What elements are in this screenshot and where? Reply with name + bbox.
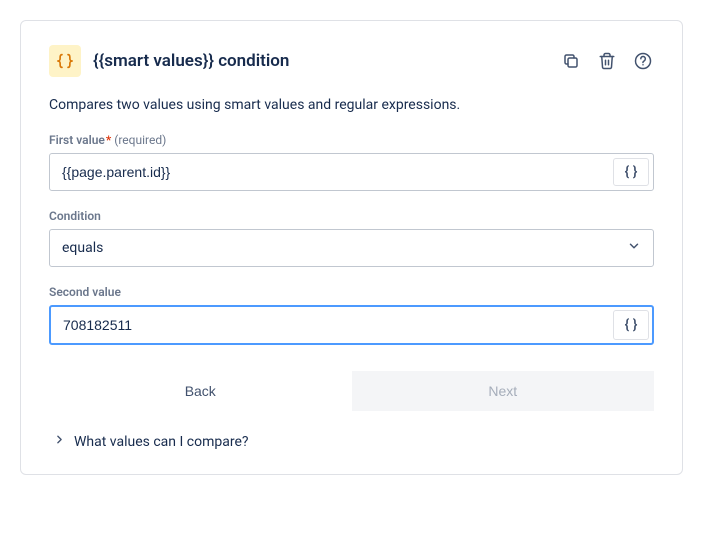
required-star: *: [106, 133, 111, 147]
braces-icon: { }: [625, 164, 638, 180]
condition-label: Condition: [49, 209, 654, 223]
first-value-input[interactable]: [50, 154, 609, 190]
first-value-label-text: First value: [49, 133, 105, 147]
required-text: (required): [114, 133, 166, 147]
condition-card: {{smart values}} condition: [20, 20, 683, 475]
help-button[interactable]: [632, 50, 654, 72]
insert-smart-value-button-2[interactable]: { }: [613, 310, 649, 340]
first-value-label: First value* (required): [49, 133, 654, 147]
back-button[interactable]: Back: [49, 371, 352, 411]
first-value-field: First value* (required) { }: [49, 133, 654, 191]
card-header: {{smart values}} condition: [49, 45, 654, 77]
chevron-down-icon: [627, 239, 641, 257]
help-expander-label: What values can I compare?: [74, 434, 249, 450]
trash-icon: [598, 52, 616, 70]
button-row: Back Next: [49, 371, 654, 411]
braces-icon: { }: [625, 317, 638, 333]
condition-field: Condition equals: [49, 209, 654, 267]
second-value-label: Second value: [49, 285, 654, 299]
card-title: {{smart values}} condition: [93, 51, 560, 71]
insert-smart-value-button[interactable]: { }: [613, 158, 649, 186]
second-value-input[interactable]: [51, 307, 610, 343]
second-value-field: Second value { }: [49, 285, 654, 345]
second-value-input-wrapper: { }: [49, 305, 654, 345]
condition-select[interactable]: equals: [49, 229, 654, 267]
card-description: Compares two values using smart values a…: [49, 97, 654, 113]
copy-icon: [562, 52, 580, 70]
smart-values-icon: [49, 45, 81, 77]
header-actions: [560, 50, 654, 72]
next-button[interactable]: Next: [352, 371, 655, 411]
condition-selected-value: equals: [50, 230, 653, 266]
delete-button[interactable]: [596, 50, 618, 72]
chevron-right-icon: [53, 433, 66, 450]
help-icon: [634, 52, 652, 70]
duplicate-button[interactable]: [560, 50, 582, 72]
first-value-input-wrapper: { }: [49, 153, 654, 191]
help-expander[interactable]: What values can I compare?: [49, 433, 654, 450]
